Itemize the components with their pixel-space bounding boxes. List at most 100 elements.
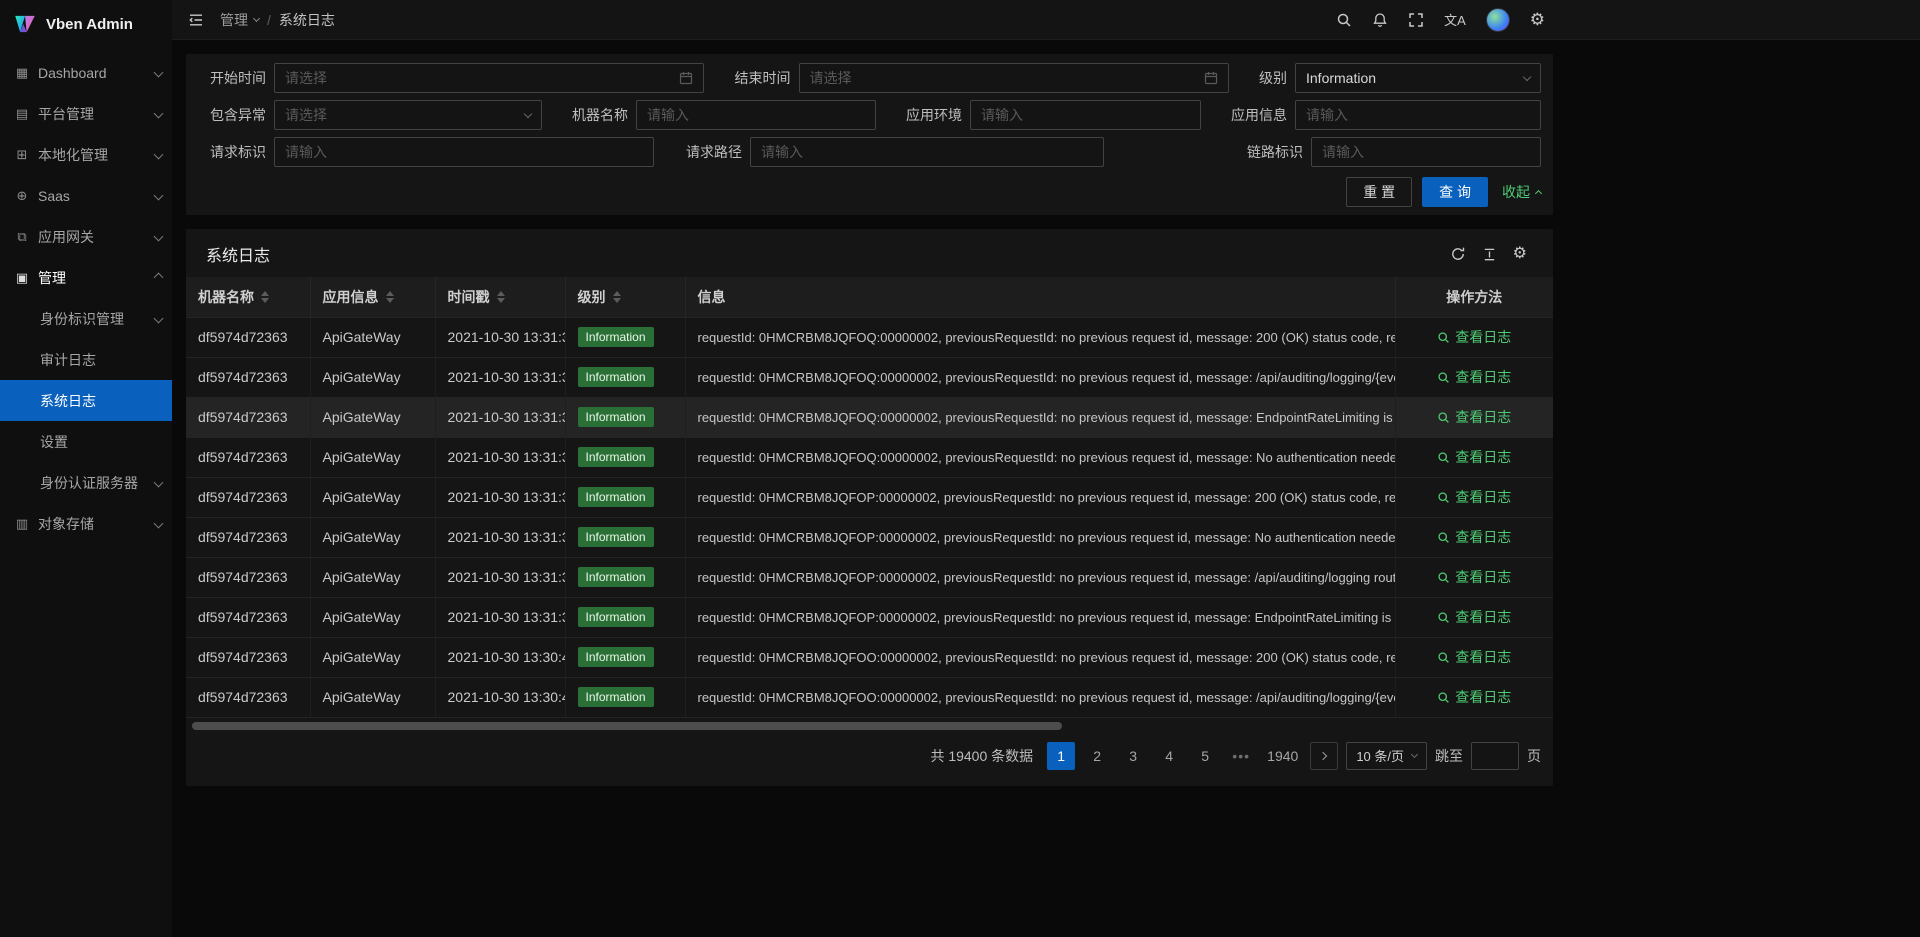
user-avatar[interactable] [1486, 8, 1510, 32]
sidebar: Vben Admin ▦Dashboard▤平台管理⊞本地化管理⊕Saas⧉应用… [0, 0, 172, 937]
cell-actions: 查看日志 [1395, 317, 1553, 357]
top-header: 管理 / 系统日志 [172, 0, 1920, 40]
column-header[interactable]: 应用信息 [310, 277, 435, 317]
end-time-datepicker[interactable]: 请选择 [799, 63, 1229, 93]
pagination-next-button[interactable] [1310, 742, 1338, 770]
view-log-button[interactable]: 查看日志 [1437, 367, 1511, 387]
app-info-input[interactable]: 请输入 [1295, 100, 1541, 130]
sidebar-item-audit-logs[interactable]: 审计日志 [0, 339, 172, 380]
reset-button[interactable]: 重 置 [1346, 177, 1412, 207]
sidebar-item-saas[interactable]: ⊕Saas [0, 175, 172, 216]
vben-logo-icon [12, 11, 38, 37]
cell-actions: 查看日志 [1395, 477, 1553, 517]
column-header[interactable]: 时间戳 [435, 277, 565, 317]
sidebar-item-gateway[interactable]: ⧉应用网关 [0, 216, 172, 257]
filter-field-app-environment: 应用环境请输入 [900, 100, 1201, 130]
page-content: 开始时间请选择结束时间请选择级别Information包含异常请选择机器名称请输… [172, 40, 1920, 937]
cell-app-info: ApiGateWay [310, 317, 435, 357]
cell-message: requestId: 0HMCRBM8JQFOQ:00000002, previ… [685, 437, 1395, 477]
request-id-input[interactable]: 请输入 [274, 137, 654, 167]
view-log-button[interactable]: 查看日志 [1437, 607, 1511, 627]
sidebar-item-localization[interactable]: ⊞本地化管理 [0, 134, 172, 175]
column-settings-gear-icon[interactable]: ⚙ [1513, 246, 1527, 262]
view-log-label: 查看日志 [1455, 367, 1511, 387]
pagination-ellipsis[interactable]: ••• [1227, 742, 1255, 770]
notification-bell-icon[interactable] [1372, 12, 1388, 28]
view-log-button[interactable]: 查看日志 [1437, 487, 1511, 507]
sidebar-item-settings[interactable]: 设置 [0, 421, 172, 462]
cell-app-info: ApiGateWay [310, 597, 435, 637]
refresh-icon[interactable] [1450, 246, 1466, 262]
gateway-icon: ⧉ [14, 229, 30, 245]
column-header[interactable]: 级别 [565, 277, 685, 317]
field-placeholder: 请输入 [285, 142, 643, 162]
sidebar-item-platform[interactable]: ▤平台管理 [0, 93, 172, 134]
view-log-button[interactable]: 查看日志 [1437, 447, 1511, 467]
search-icon[interactable] [1336, 12, 1352, 28]
collapse-filter-button[interactable]: 收起 [1502, 182, 1541, 202]
pagination-page[interactable]: 1940 [1263, 742, 1302, 770]
pagination-page[interactable]: 4 [1155, 742, 1183, 770]
sort-icons [613, 291, 621, 303]
sidebar-item-admin[interactable]: ▣管理 [0, 257, 172, 298]
scrollbar-thumb[interactable] [192, 722, 1062, 730]
sidebar-item-object-storage[interactable]: ▥对象存储 [0, 503, 172, 544]
sidebar-item-identity-server[interactable]: 身份认证服务器 [0, 462, 172, 503]
request-path-input[interactable]: 请输入 [750, 137, 1104, 167]
view-log-button[interactable]: 查看日志 [1437, 567, 1511, 587]
table-row: df5974d72363ApiGateWay2021-10-30 13:31:3… [186, 437, 1553, 477]
cell-actions: 查看日志 [1395, 397, 1553, 437]
include-exception-select[interactable]: 请选择 [274, 100, 542, 130]
page-size-select[interactable]: 10 条/页 [1346, 742, 1427, 770]
cell-machine-name: df5974d72363 [186, 317, 310, 357]
cell-message: requestId: 0HMCRBM8JQFOQ:00000002, previ… [685, 397, 1395, 437]
view-log-button[interactable]: 查看日志 [1437, 687, 1511, 707]
sidebar-item-identity[interactable]: 身份标识管理 [0, 298, 172, 339]
sidebar-item-label: 系统日志 [40, 391, 96, 411]
settings-gear-icon[interactable]: ⚙ [1530, 11, 1545, 28]
sidebar-item-label: 身份认证服务器 [40, 473, 138, 493]
pagination-page[interactable]: 1 [1047, 742, 1075, 770]
view-log-button[interactable]: 查看日志 [1437, 407, 1511, 427]
app-logo[interactable]: Vben Admin [0, 0, 172, 48]
trace-id-input[interactable]: 请输入 [1311, 137, 1541, 167]
column-header[interactable]: 机器名称 [186, 277, 310, 317]
table-row: df5974d72363ApiGateWay2021-10-30 13:30:4… [186, 637, 1553, 677]
column-label: 信息 [698, 287, 726, 307]
fullscreen-icon[interactable] [1408, 12, 1424, 28]
menu-fold-icon[interactable] [180, 8, 212, 32]
jump-page-input[interactable] [1471, 742, 1519, 770]
cell-timestamp: 2021-10-30 13:30:44 [435, 637, 565, 677]
field-label: 机器名称 [566, 105, 636, 125]
pagination-page[interactable]: 5 [1191, 742, 1219, 770]
row-height-icon[interactable] [1482, 247, 1497, 262]
machine-name-input[interactable]: 请输入 [636, 100, 876, 130]
field-label: 链路标识 [1241, 142, 1311, 162]
sidebar-item-dashboard[interactable]: ▦Dashboard [0, 52, 172, 93]
sidebar-item-label: 对象存储 [38, 514, 94, 534]
cell-message: requestId: 0HMCRBM8JQFOP:00000002, previ… [685, 557, 1395, 597]
sidebar-menu: ▦Dashboard▤平台管理⊞本地化管理⊕Saas⧉应用网关▣管理身份标识管理… [0, 48, 172, 937]
sort-asc-icon [261, 291, 269, 296]
filter-panel: 开始时间请选择结束时间请选择级别Information包含异常请选择机器名称请输… [186, 54, 1553, 215]
view-log-button[interactable]: 查看日志 [1437, 327, 1511, 347]
locale-switch-icon[interactable]: 文A [1444, 10, 1466, 29]
app-environment-input[interactable]: 请输入 [970, 100, 1201, 130]
pagination-page[interactable]: 2 [1083, 742, 1111, 770]
breadcrumb-item-admin[interactable]: 管理 [220, 10, 259, 30]
pagination-page[interactable]: 3 [1119, 742, 1147, 770]
cell-level: Information [565, 397, 685, 437]
cell-timestamp: 2021-10-30 13:31:36 [435, 557, 565, 597]
sidebar-item-system-logs[interactable]: 系统日志 [0, 380, 172, 421]
chevron-down-icon [154, 519, 164, 529]
cell-app-info: ApiGateWay [310, 517, 435, 557]
level-select[interactable]: Information [1295, 63, 1541, 93]
search-button[interactable]: 查 询 [1422, 177, 1488, 207]
view-log-button[interactable]: 查看日志 [1437, 647, 1511, 667]
view-log-button[interactable]: 查看日志 [1437, 527, 1511, 547]
start-time-datepicker[interactable]: 请选择 [274, 63, 704, 93]
cell-message: requestId: 0HMCRBM8JQFOQ:00000002, previ… [685, 357, 1395, 397]
cell-level: Information [565, 357, 685, 397]
message-text: requestId: 0HMCRBM8JQFOQ:00000002, previ… [698, 410, 1396, 425]
filter-actions: 重 置 查 询 收起 [204, 174, 1541, 207]
